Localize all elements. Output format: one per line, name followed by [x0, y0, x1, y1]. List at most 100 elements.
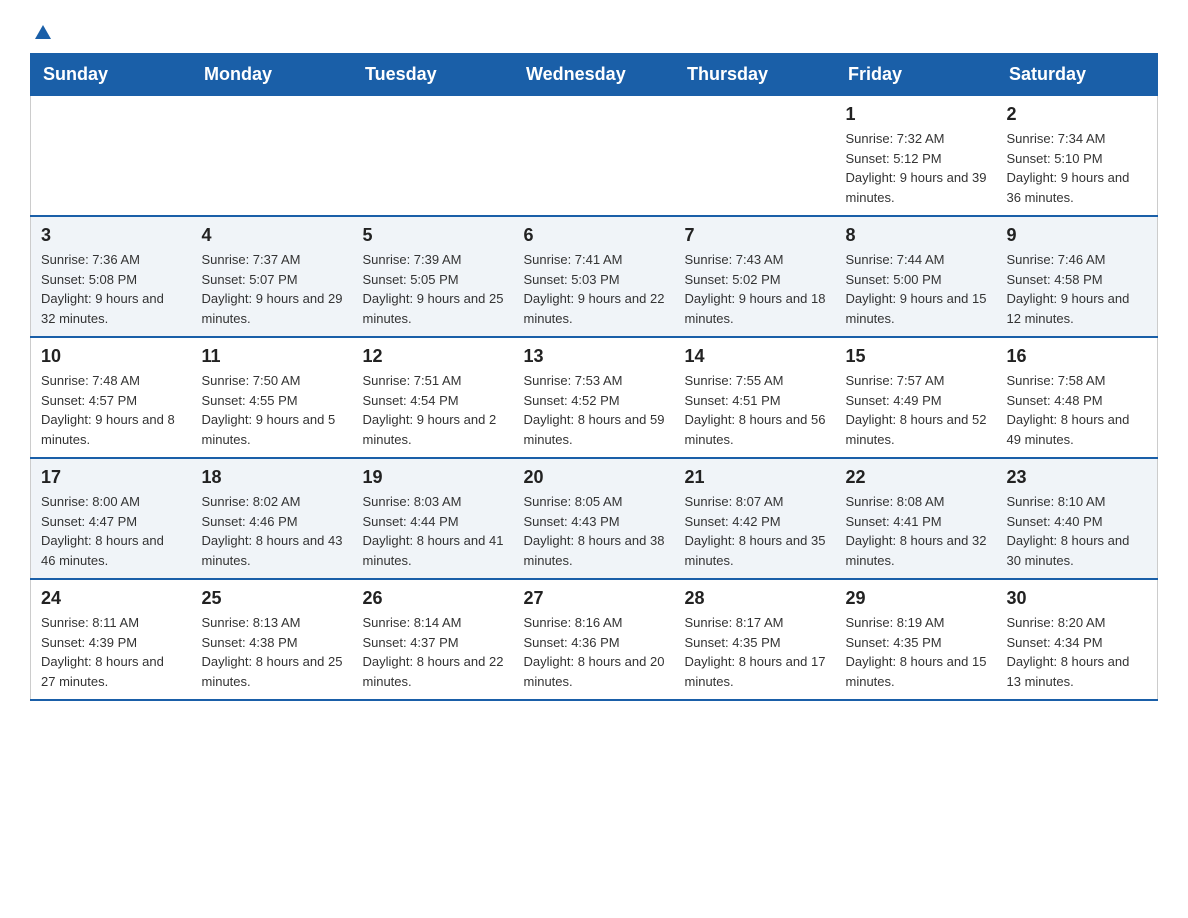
day-info: Sunrise: 7:36 AMSunset: 5:08 PMDaylight:… — [41, 250, 182, 328]
day-number: 29 — [846, 588, 987, 609]
weekday-header-tuesday: Tuesday — [353, 54, 514, 96]
calendar-week-row: 1 Sunrise: 7:32 AMSunset: 5:12 PMDaylight… — [31, 96, 1158, 217]
day-info: Sunrise: 8:08 AMSunset: 4:41 PMDaylight:… — [846, 492, 987, 570]
day-number: 22 — [846, 467, 987, 488]
calendar-cell: 26 Sunrise: 8:14 AMSunset: 4:37 PMDayligh… — [353, 579, 514, 700]
day-info: Sunrise: 8:02 AMSunset: 4:46 PMDaylight:… — [202, 492, 343, 570]
calendar-cell: 29Sunrise: 8:19 AMSunset: 4:35 PMDayligh… — [836, 579, 997, 700]
logo — [30, 20, 54, 43]
day-info: Sunrise: 7:41 AMSunset: 5:03 PMDaylight:… — [524, 250, 665, 328]
weekday-header-friday: Friday — [836, 54, 997, 96]
day-number: 12 — [363, 346, 504, 367]
weekday-header-wednesday: Wednesday — [514, 54, 675, 96]
calendar-cell: 17 Sunrise: 8:00 AMSunset: 4:47 PMDayligh… — [31, 458, 192, 579]
day-info: Sunrise: 7:57 AMSunset: 4:49 PMDaylight:… — [846, 371, 987, 449]
calendar-week-row: 10 Sunrise: 7:48 AMSunset: 4:57 PMDayligh… — [31, 337, 1158, 458]
calendar-cell: 30Sunrise: 8:20 AMSunset: 4:34 PMDayligh… — [997, 579, 1158, 700]
day-info: Sunrise: 7:50 AMSunset: 4:55 PMDaylight:… — [202, 371, 343, 449]
calendar-cell: 2 Sunrise: 7:34 AMSunset: 5:10 PMDaylight… — [997, 96, 1158, 217]
calendar-cell: 25Sunrise: 8:13 AMSunset: 4:38 PMDayligh… — [192, 579, 353, 700]
day-info: Sunrise: 8:03 AMSunset: 4:44 PMDaylight:… — [363, 492, 504, 570]
calendar-cell: 19 Sunrise: 8:03 AMSunset: 4:44 PMDayligh… — [353, 458, 514, 579]
calendar-cell — [192, 96, 353, 217]
calendar-cell: 24Sunrise: 8:11 AMSunset: 4:39 PMDayligh… — [31, 579, 192, 700]
calendar-cell: 7Sunrise: 7:43 AMSunset: 5:02 PMDaylight… — [675, 216, 836, 337]
calendar-cell: 10 Sunrise: 7:48 AMSunset: 4:57 PMDayligh… — [31, 337, 192, 458]
day-number: 10 — [41, 346, 182, 367]
day-number: 27 — [524, 588, 665, 609]
day-number: 1 — [846, 104, 987, 125]
calendar-cell: 16Sunrise: 7:58 AMSunset: 4:48 PMDayligh… — [997, 337, 1158, 458]
calendar-cell: 22 Sunrise: 8:08 AMSunset: 4:41 PMDayligh… — [836, 458, 997, 579]
calendar-cell: 18 Sunrise: 8:02 AMSunset: 4:46 PMDayligh… — [192, 458, 353, 579]
calendar-cell: 8Sunrise: 7:44 AMSunset: 5:00 PMDaylight… — [836, 216, 997, 337]
day-info: Sunrise: 7:39 AMSunset: 5:05 PMDaylight:… — [363, 250, 504, 328]
calendar-cell: 28 Sunrise: 8:17 AMSunset: 4:35 PMDayligh… — [675, 579, 836, 700]
day-info: Sunrise: 7:37 AMSunset: 5:07 PMDaylight:… — [202, 250, 343, 328]
weekday-header-thursday: Thursday — [675, 54, 836, 96]
calendar-cell: 21 Sunrise: 8:07 AMSunset: 4:42 PMDayligh… — [675, 458, 836, 579]
day-info: Sunrise: 7:34 AMSunset: 5:10 PMDaylight:… — [1007, 129, 1148, 207]
day-number: 28 — [685, 588, 826, 609]
day-info: Sunrise: 7:48 AMSunset: 4:57 PMDaylight:… — [41, 371, 182, 449]
logo-triangle-icon — [32, 21, 54, 43]
calendar-cell: 27 Sunrise: 8:16 AMSunset: 4:36 PMDayligh… — [514, 579, 675, 700]
day-info: Sunrise: 7:44 AMSunset: 5:00 PMDaylight:… — [846, 250, 987, 328]
day-number: 26 — [363, 588, 504, 609]
day-number: 14 — [685, 346, 826, 367]
day-number: 9 — [1007, 225, 1148, 246]
day-number: 23 — [1007, 467, 1148, 488]
calendar-table: SundayMondayTuesdayWednesdayThursdayFrid… — [30, 53, 1158, 701]
calendar-cell: 6 Sunrise: 7:41 AMSunset: 5:03 PMDaylight… — [514, 216, 675, 337]
page-header — [30, 20, 1158, 43]
day-number: 15 — [846, 346, 987, 367]
day-info: Sunrise: 8:17 AMSunset: 4:35 PMDaylight:… — [685, 613, 826, 691]
day-info: Sunrise: 8:05 AMSunset: 4:43 PMDaylight:… — [524, 492, 665, 570]
day-info: Sunrise: 8:07 AMSunset: 4:42 PMDaylight:… — [685, 492, 826, 570]
calendar-header: SundayMondayTuesdayWednesdayThursdayFrid… — [31, 54, 1158, 96]
day-number: 6 — [524, 225, 665, 246]
calendar-cell: 5Sunrise: 7:39 AMSunset: 5:05 PMDaylight… — [353, 216, 514, 337]
calendar-cell: 13Sunrise: 7:53 AMSunset: 4:52 PMDayligh… — [514, 337, 675, 458]
calendar-cell — [31, 96, 192, 217]
calendar-cell: 20 Sunrise: 8:05 AMSunset: 4:43 PMDayligh… — [514, 458, 675, 579]
calendar-cell: 1 Sunrise: 7:32 AMSunset: 5:12 PMDaylight… — [836, 96, 997, 217]
calendar-cell — [353, 96, 514, 217]
calendar-cell: 4 Sunrise: 7:37 AMSunset: 5:07 PMDaylight… — [192, 216, 353, 337]
day-number: 2 — [1007, 104, 1148, 125]
weekday-header-sunday: Sunday — [31, 54, 192, 96]
calendar-cell: 15 Sunrise: 7:57 AMSunset: 4:49 PMDayligh… — [836, 337, 997, 458]
day-number: 7 — [685, 225, 826, 246]
day-number: 25 — [202, 588, 343, 609]
day-info: Sunrise: 8:16 AMSunset: 4:36 PMDaylight:… — [524, 613, 665, 691]
day-number: 18 — [202, 467, 343, 488]
calendar-cell: 9 Sunrise: 7:46 AMSunset: 4:58 PMDaylight… — [997, 216, 1158, 337]
day-number: 13 — [524, 346, 665, 367]
day-info: Sunrise: 8:20 AMSunset: 4:34 PMDaylight:… — [1007, 613, 1148, 691]
calendar-cell: 14 Sunrise: 7:55 AMSunset: 4:51 PMDayligh… — [675, 337, 836, 458]
calendar-week-row: 3 Sunrise: 7:36 AMSunset: 5:08 PMDaylight… — [31, 216, 1158, 337]
day-info: Sunrise: 7:51 AMSunset: 4:54 PMDaylight:… — [363, 371, 504, 449]
day-number: 4 — [202, 225, 343, 246]
day-info: Sunrise: 8:10 AMSunset: 4:40 PMDaylight:… — [1007, 492, 1148, 570]
day-info: Sunrise: 7:32 AMSunset: 5:12 PMDaylight:… — [846, 129, 987, 207]
calendar-cell — [675, 96, 836, 217]
calendar-cell: 11 Sunrise: 7:50 AMSunset: 4:55 PMDayligh… — [192, 337, 353, 458]
calendar-cell: 3 Sunrise: 7:36 AMSunset: 5:08 PMDaylight… — [31, 216, 192, 337]
day-info: Sunrise: 8:11 AMSunset: 4:39 PMDaylight:… — [41, 613, 182, 691]
weekday-header-row: SundayMondayTuesdayWednesdayThursdayFrid… — [31, 54, 1158, 96]
day-info: Sunrise: 8:00 AMSunset: 4:47 PMDaylight:… — [41, 492, 182, 570]
calendar-cell — [514, 96, 675, 217]
day-number: 16 — [1007, 346, 1148, 367]
day-number: 20 — [524, 467, 665, 488]
calendar-cell: 12 Sunrise: 7:51 AMSunset: 4:54 PMDayligh… — [353, 337, 514, 458]
day-number: 19 — [363, 467, 504, 488]
day-number: 21 — [685, 467, 826, 488]
weekday-header-saturday: Saturday — [997, 54, 1158, 96]
day-info: Sunrise: 7:46 AMSunset: 4:58 PMDaylight:… — [1007, 250, 1148, 328]
day-number: 17 — [41, 467, 182, 488]
day-info: Sunrise: 7:55 AMSunset: 4:51 PMDaylight:… — [685, 371, 826, 449]
day-number: 3 — [41, 225, 182, 246]
day-number: 11 — [202, 346, 343, 367]
day-info: Sunrise: 8:14 AMSunset: 4:37 PMDaylight:… — [363, 613, 504, 691]
